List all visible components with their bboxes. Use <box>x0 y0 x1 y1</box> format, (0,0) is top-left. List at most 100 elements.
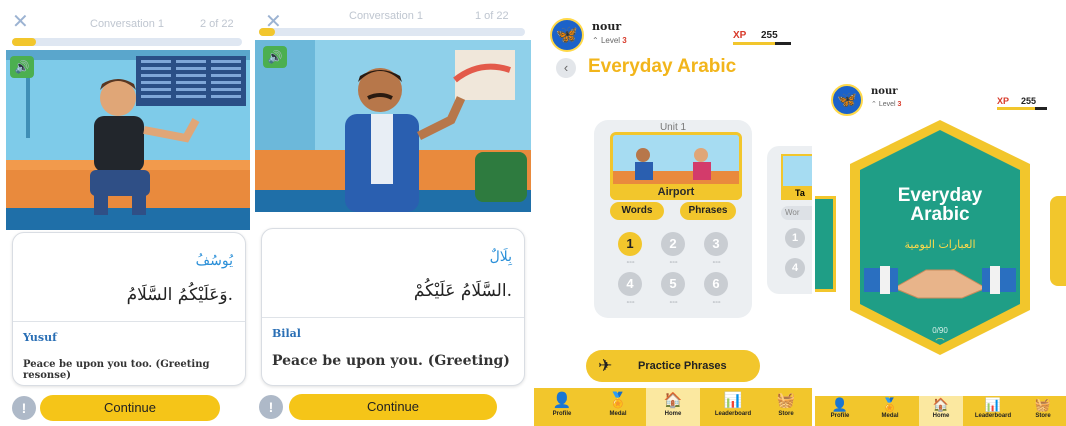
lesson-1-button[interactable]: 1 <box>618 232 642 256</box>
conversation-screen-bilal: ✕ Conversation 1 1 of 22 🔊 بِلَالٌ السَّ… <box>253 0 531 426</box>
nav-medal[interactable]: 🏅 Medal <box>596 388 640 426</box>
prev-course-shield-partial[interactable] <box>815 196 836 292</box>
nav-label: Profile <box>552 411 572 417</box>
nav-home[interactable]: 🏠 Home <box>919 396 963 426</box>
conversation-counter: 1 of 22 <box>475 10 509 22</box>
lesson-5-button[interactable]: 5 <box>661 272 685 296</box>
course-shield[interactable]: Everyday Arabic العبارات اليومية 0/90 ⌒ <box>850 120 1030 355</box>
hint-button[interactable]: ! <box>12 396 36 420</box>
words-button[interactable]: Words <box>610 202 664 220</box>
lesson-connector-icon: ∘∘∘ <box>668 260 678 266</box>
airport-scene-yusuf <box>6 50 250 230</box>
store-icon: 🧺 <box>776 392 796 409</box>
back-button[interactable]: ‹ <box>556 58 576 78</box>
level-value: 3 <box>897 101 902 108</box>
home-icon: 🏠 <box>663 392 683 409</box>
scene-illustration-airport: 🔊 <box>255 40 531 212</box>
progress-icon: ⌒ <box>935 338 945 348</box>
course-title-arabic: العبارات اليومية <box>904 238 976 251</box>
continue-button[interactable]: Continue <box>40 395 220 421</box>
next-unit-card-partial[interactable]: Ta Wor 1 4 <box>767 146 812 294</box>
lesson-4-button[interactable]: 4 <box>618 272 642 296</box>
divider <box>262 317 524 318</box>
nav-store[interactable]: 🧺 Store <box>1025 396 1061 426</box>
lesson-name[interactable]: Airport <box>610 184 742 200</box>
avatar[interactable]: 🦋 <box>550 18 584 52</box>
lesson-6-button[interactable]: 6 <box>704 272 728 296</box>
close-icon[interactable]: ✕ <box>265 11 282 31</box>
butterfly-icon: 🦋 <box>837 92 857 109</box>
profile-icon: 👤 <box>552 392 572 409</box>
next-course-shield-partial[interactable] <box>1050 196 1066 286</box>
xp-bar-remaining <box>775 42 791 45</box>
level-label: Level <box>878 101 896 108</box>
nav-leaderboard[interactable]: 📊 Leaderboard <box>969 396 1017 426</box>
translation-text: Peace be upon you too. (Greeting resonse… <box>23 359 210 381</box>
close-icon[interactable]: ✕ <box>12 11 29 31</box>
home-icon: 🏠 <box>932 397 950 412</box>
next-words-button: Wor <box>781 206 812 220</box>
nav-store[interactable]: 🧺 Store <box>766 388 806 426</box>
bottom-nav: 👤 Profile 🏅 Medal 🏠 Home 📊 Leaderboard 🧺… <box>815 396 1066 426</box>
nav-label: Leaderboard <box>714 411 752 417</box>
progress-bar <box>259 28 525 36</box>
profile-icon: 👤 <box>831 397 849 412</box>
lesson-connector-icon: ∘∘∘ <box>711 300 721 306</box>
nav-home[interactable]: 🏠 Home <box>646 388 700 426</box>
speaker-name-arabic: يُوسُفُ <box>195 253 233 269</box>
nav-profile[interactable]: 👤 Profile <box>540 388 584 426</box>
audio-speaker-button[interactable]: 🔊 <box>10 56 34 78</box>
dialog-line-arabic: وَعَلَيْكُمُ السَّلَامُ. <box>126 285 233 305</box>
dialog-line-arabic: السَّلَامُ عَلَيْكُمْ. <box>413 281 512 301</box>
level-chevron-icon: ⌃ <box>871 101 879 108</box>
nav-leaderboard[interactable]: 📊 Leaderboard <box>706 388 760 426</box>
nav-label: Leaderboard <box>974 413 1012 419</box>
medal-icon: 🏅 <box>881 397 899 412</box>
conversation-header: ✕ Conversation 1 2 of 22 <box>0 10 250 31</box>
practice-phrases-button[interactable]: ✈ Practice Phrases <box>586 350 760 382</box>
unit-map-screen: 🦋 nour ⌃ Level 3 XP 255 ‹ Everyday Arabi… <box>534 0 812 426</box>
unit-card[interactable]: Unit 1 Airport Words Phrases 1 2 3 ∘∘∘ ∘… <box>594 120 752 318</box>
xp-label: XP <box>997 96 1010 106</box>
course-title-line2: Arabic <box>910 204 970 225</box>
conversation-screen-yusuf: ✕ Conversation 1 2 of 22 🔊 يُوسُفُ وَعَل… <box>0 0 250 426</box>
progress-fill <box>259 28 275 36</box>
course-select-screen: 🦋 nour ⌃ Level 3 XP 255 Everyday Arabic … <box>815 0 1066 426</box>
butterfly-icon: 🦋 <box>555 24 579 45</box>
xp-bar <box>997 107 1035 110</box>
course-title: Everyday Arabic <box>588 56 737 77</box>
conversation-header: ✕ Conversation 1 1 of 22 <box>253 10 531 31</box>
level-chevron-icon: ⌃ <box>592 36 601 45</box>
continue-button[interactable]: Continue <box>289 394 497 420</box>
next-lesson-1-button: 1 <box>785 228 805 248</box>
dialog-card: يُوسُفُ وَعَلَيْكُمُ السَّلَامُ. Yusuf P… <box>12 232 246 386</box>
nav-label: Profile <box>830 413 850 419</box>
progress-bar <box>12 38 242 46</box>
airplane-icon: ✈ <box>598 356 613 375</box>
lesson-3-button[interactable]: 3 <box>704 232 728 256</box>
airport-scene-bilal <box>255 40 531 212</box>
nav-medal[interactable]: 🏅 Medal <box>871 396 909 426</box>
lesson-2-button[interactable]: 2 <box>661 232 685 256</box>
phrases-button[interactable]: Phrases <box>680 202 736 220</box>
leaderboard-icon: 📊 <box>984 397 1002 412</box>
username: nour <box>871 86 898 97</box>
conversation-title: Conversation 1 <box>90 18 164 30</box>
speaker-name-english: Bilal <box>272 327 301 340</box>
avatar[interactable]: 🦋 <box>831 84 863 116</box>
nav-profile[interactable]: 👤 Profile <box>821 396 859 426</box>
username: nour <box>592 20 622 33</box>
hint-button[interactable]: ! <box>259 395 283 419</box>
nav-label: Store <box>1035 413 1051 419</box>
progress-fill <box>12 38 36 46</box>
nav-label: Home <box>664 411 682 417</box>
next-lesson-4-button: 4 <box>785 258 805 278</box>
xp-bar <box>733 42 775 45</box>
level-badge: ⌃ Level 3 <box>871 100 901 108</box>
audio-speaker-button[interactable]: 🔊 <box>263 46 287 68</box>
conversation-title: Conversation 1 <box>349 10 423 22</box>
practice-phrases-label: Practice Phrases <box>638 360 727 372</box>
nav-label: Home <box>932 413 950 419</box>
translation-text: Peace be upon you. (Greeting) <box>272 353 510 369</box>
lesson-connector-icon: ∘∘∘ <box>668 300 678 306</box>
